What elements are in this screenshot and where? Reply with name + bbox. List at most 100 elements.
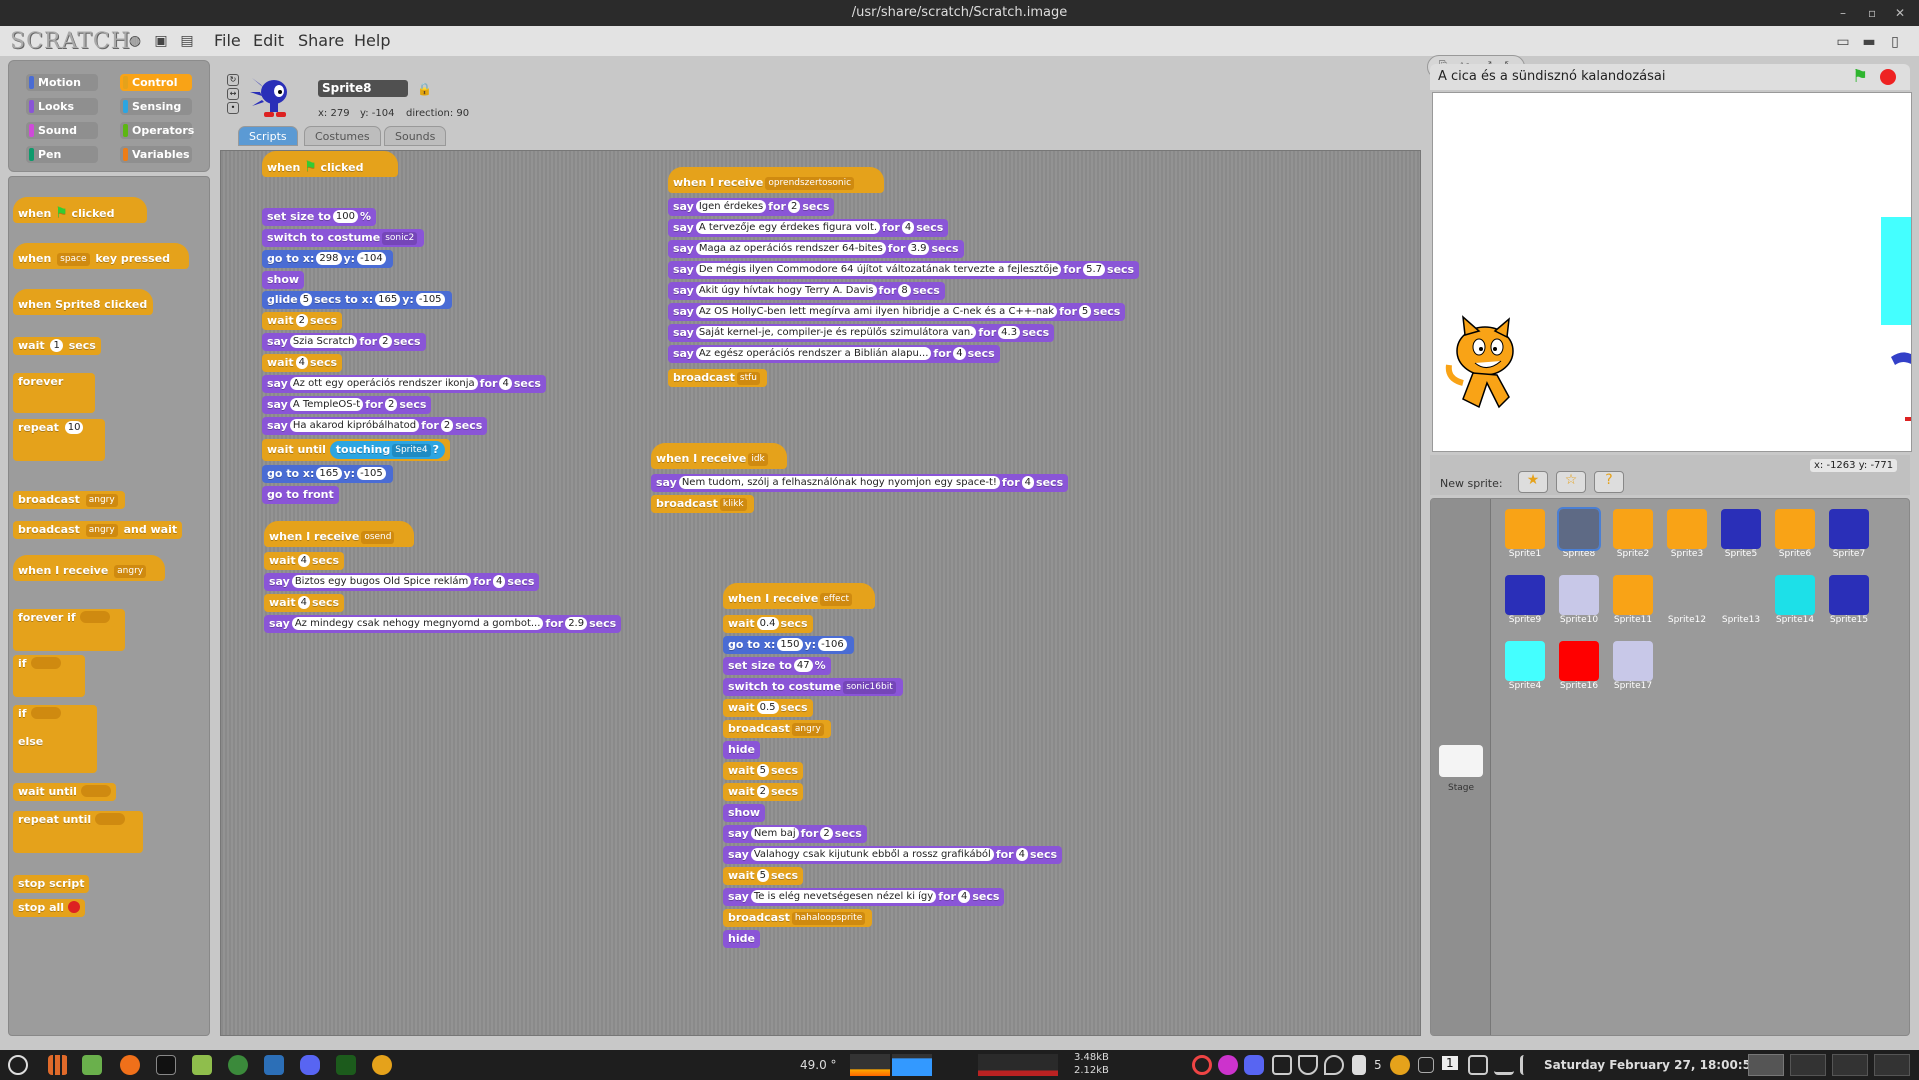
paint-sprite-icon[interactable]: ★ [1518,471,1548,493]
block-switch-costume[interactable]: switch to costume sonic16bit [723,678,903,696]
block-wait[interactable]: wait 5 secs [723,867,804,885]
block-wait-until[interactable]: wait until touching Sprite4? [262,439,451,461]
stop-sign-icon[interactable] [1880,69,1896,85]
sprite-thumbnail-sprite2[interactable]: Sprite2 [1611,509,1655,567]
block-say-for-secs[interactable]: say Maga az operációs rendszer 64-bites fo… [668,240,964,258]
block-wait[interactable]: wait 2 secs [262,312,343,330]
block-go-to-front[interactable]: go to front [262,486,339,504]
palette-broadcast[interactable]: broadcast angry [13,491,125,509]
category-sensing[interactable]: Sensing [120,98,192,115]
block-say-for-secs[interactable]: say A tervezője egy érdekes figura volt. f… [668,219,949,237]
block-broadcast[interactable]: broadcast stfu [668,369,767,387]
hexchat-icon[interactable] [1218,1055,1238,1075]
palette-forever[interactable]: forever [13,373,95,413]
workspace-4[interactable] [1874,1054,1910,1076]
palette-repeat-until[interactable]: repeat until [13,811,143,853]
palette-when-i-receive[interactable]: when I receive angry [13,555,165,581]
sprite-thumbnail-sprite12[interactable]: Sprite12 [1665,575,1709,633]
monitor-icon[interactable] [336,1055,356,1075]
palette-broadcast-and-wait[interactable]: broadcast angry and wait [13,521,183,539]
discord-icon[interactable] [300,1055,320,1075]
choose-sprite-icon[interactable]: ☆ [1556,471,1586,493]
category-control[interactable]: Control [120,74,192,91]
hat-when-i-receive[interactable]: when I receive oprendszertosonic [668,167,884,193]
category-pen[interactable]: Pen [26,146,98,163]
category-sound[interactable]: Sound [26,122,98,139]
start-menu-icon[interactable] [8,1055,28,1075]
rotate-icon[interactable]: ↻ [227,74,239,86]
hat-when-i-receive[interactable]: when I receive effect [723,583,875,609]
touching-sensing-block[interactable]: touching Sprite4? [329,441,446,459]
block-say-for-secs[interactable]: say Ha akarod kipróbálhatod for 2 secs [262,417,488,435]
tab-sounds[interactable]: Sounds [384,126,447,146]
clipboard-icon[interactable] [1272,1055,1292,1075]
terminal-icon[interactable] [156,1055,176,1075]
block-say-for-secs[interactable]: say Az mindegy csak nehogy megnyomd a gom… [264,615,622,633]
display-icon[interactable] [1468,1055,1488,1075]
block-say-for-secs[interactable]: say Szia Scratch for 2 secs [262,333,426,351]
category-looks[interactable]: Looks [26,98,98,115]
block-wait[interactable]: wait 2 secs [723,783,804,801]
block-broadcast[interactable]: broadcast angry [723,720,831,738]
block-wait[interactable]: wait 5 secs [723,762,804,780]
close-icon[interactable]: ✕ [1895,0,1905,26]
apps-grid-icon[interactable] [48,1055,68,1075]
block-say-for-secs[interactable]: say A TempleOS-t for 2 secs [262,396,432,414]
workspace-3[interactable] [1832,1054,1868,1076]
block-broadcast[interactable]: broadcast hahaloopsprite [723,909,873,927]
network-icon[interactable] [1494,1055,1514,1075]
no-rotate-icon[interactable]: • [227,102,239,114]
sprite-thumbnail-sprite6[interactable]: Sprite6 [1773,509,1817,567]
minimize-icon[interactable]: – [1840,0,1846,26]
menu-help[interactable]: Help [354,31,390,50]
block-go-to-xy[interactable]: go to x: 298 y: -104 [262,250,393,268]
random-sprite-icon[interactable]: ? [1594,471,1624,493]
category-motion[interactable]: Motion [26,74,98,91]
block-set-size[interactable]: set size to 100% [262,208,377,226]
sprite-thumbnail-sprite13[interactable]: Sprite13 [1719,575,1763,633]
block-wait[interactable]: wait 0.5 secs [723,699,813,717]
sprite-thumbnail-sprite17[interactable]: Sprite17 [1611,641,1655,699]
palette-if[interactable]: if [13,655,85,697]
menu-share[interactable]: Share [298,31,344,50]
block-say-for-secs[interactable]: say Nem baj for 2 secs [723,825,867,843]
workspace-number[interactable]: 1 [1442,1056,1458,1070]
block-say-for-secs[interactable]: say Az OS HollyC-ben lett megírva ami ily… [668,303,1126,321]
app-c-icon[interactable] [1192,1055,1212,1075]
sprite-thumbnail-sprite5[interactable]: Sprite5 [1719,509,1763,567]
block-say-for-secs[interactable]: say Az ott egy operációs rendszer ikonja f… [262,375,546,393]
sprite-name-field[interactable]: Sprite8 [318,80,408,97]
sprite-thumbnail-sprite4[interactable]: Sprite4 [1503,641,1547,699]
block-switch-costume[interactable]: switch to costume sonic2 [262,229,425,247]
palette-wait-until[interactable]: wait until [13,783,116,801]
palette-wait[interactable]: wait 1 secs [13,337,101,355]
palette-when-sprite-clicked[interactable]: when Sprite8 clicked [13,289,153,315]
location-icon[interactable] [1324,1055,1344,1075]
workspace-2[interactable] [1790,1054,1826,1076]
keyboard-layout-icon[interactable] [1418,1057,1434,1073]
discord-tray-icon[interactable] [1244,1055,1264,1075]
palette-forever-if[interactable]: forever if [13,609,125,651]
files-icon[interactable] [192,1055,212,1075]
sprite-thumbnail-sprite3[interactable]: Sprite3 [1665,509,1709,567]
hat-when-i-receive[interactable]: when I receive osend [264,521,414,547]
hat-when-flag-clicked[interactable]: when ⚑ clicked [262,151,398,177]
block-wait[interactable]: wait 0.4 secs [723,615,813,633]
block-hide[interactable]: hide [723,741,760,759]
block-wait[interactable]: wait 4 secs [262,354,343,372]
block-show[interactable]: show [262,271,305,289]
block-say-for-secs[interactable]: say Igen érdekes for 2 secs [668,198,835,216]
palette-stop-script[interactable]: stop script [13,875,90,893]
block-set-size[interactable]: set size to 47% [723,657,831,675]
scripts-area[interactable]: when ⚑ clicked set size to 100% switch to… [220,150,1421,1036]
block-say-for-secs[interactable]: say Nem tudom, szólj a felhasználónak hog… [651,474,1069,492]
presentation-mode-icon[interactable]: ▯ [1886,33,1904,51]
tab-costumes[interactable]: Costumes [304,126,381,146]
lock-icon[interactable]: 🔒 [417,82,432,96]
block-say-for-secs[interactable]: say Te is elég nevetségesen nézel ki így f… [723,888,1005,906]
stage-canvas[interactable] [1432,92,1912,452]
block-broadcast[interactable]: broadcast klikk [651,495,754,513]
sprite-thumbnail-sprite16[interactable]: Sprite16 [1557,641,1601,699]
category-variables[interactable]: Variables [120,146,192,163]
save-icon[interactable]: ▣ [152,32,170,50]
